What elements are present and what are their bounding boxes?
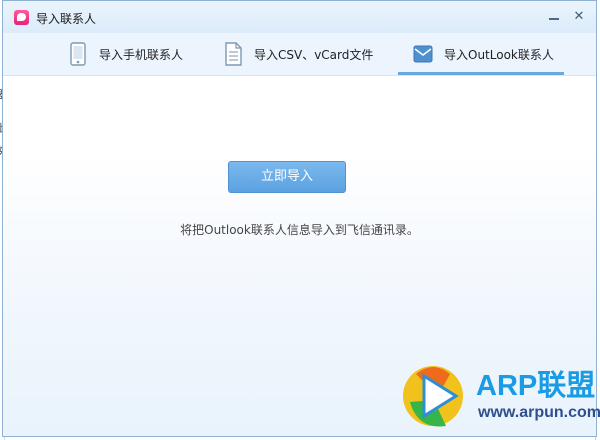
tab-csv-vcard[interactable]: 导入CSV、vCard文件 — [222, 33, 373, 75]
file-icon — [222, 42, 244, 66]
phone-icon — [67, 42, 89, 66]
close-icon: ✕ — [573, 9, 585, 24]
tab-label: 导入手机联系人 — [99, 47, 184, 62]
watermark-brand: ARP联盟 — [476, 370, 596, 402]
outlook-mail-icon — [412, 42, 434, 66]
title-bar[interactable]: 导入联系人 ✕ — [3, 1, 596, 33]
import-now-button[interactable]: 立即导入 — [228, 161, 346, 193]
import-source-tabs: 导入手机联系人 导入CSV、vCard文件 导入OutLook联系人 — [3, 33, 596, 76]
close-button[interactable]: ✕ — [568, 7, 590, 27]
minimize-button[interactable] — [543, 7, 565, 27]
tab-outlook-contacts[interactable]: 导入OutLook联系人 — [398, 33, 564, 75]
tab-phone-contacts[interactable]: 导入手机联系人 — [67, 33, 183, 75]
tab-label: 导入OutLook联系人 — [444, 47, 554, 62]
window-title: 导入联系人 — [36, 12, 97, 26]
import-hint-text: 将把Outlook联系人信息导入到飞信通讯录。 — [180, 223, 419, 237]
active-tab-indicator — [398, 72, 564, 75]
fetion-app-icon — [14, 10, 29, 25]
watermark-url: www.arpun.com — [478, 404, 600, 421]
tab-label: 导入CSV、vCard文件 — [254, 47, 374, 62]
